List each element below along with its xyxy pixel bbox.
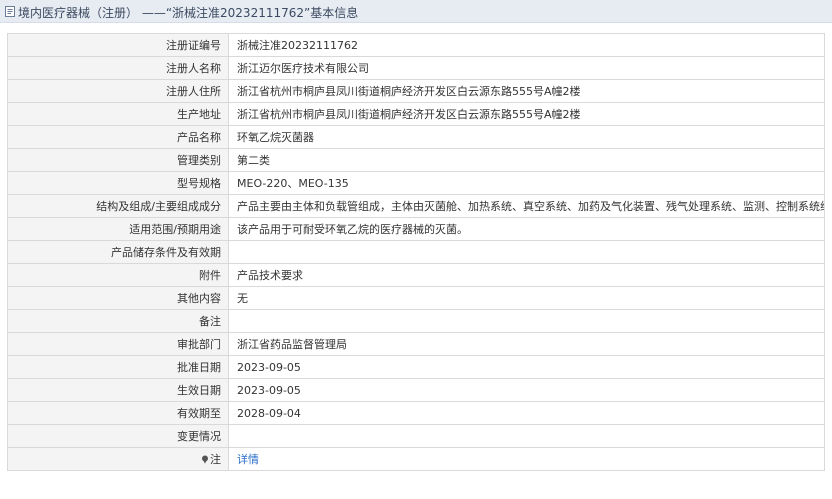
row-value: 浙江省杭州市桐庐县凤川街道桐庐经济开发区白云源东路555号A幢2楼: [228, 79, 825, 103]
row-value: 浙江迈尔医疗技术有限公司: [228, 56, 825, 80]
row-label: 结构及组成/主要组成成分: [7, 194, 229, 218]
row-label: 产品名称: [7, 125, 229, 149]
info-row: 有效期至 2028-09-04: [7, 401, 825, 425]
info-row: 产品储存条件及有效期: [7, 240, 825, 264]
row-label: 有效期至: [7, 401, 229, 425]
row-label: 生效日期: [7, 378, 229, 402]
row-value: 2023-09-05: [228, 378, 825, 402]
row-value: 该产品用于可耐受环氧乙烷的医疗器械的灭菌。: [228, 217, 825, 241]
info-row: 变更情况: [7, 424, 825, 448]
page-title: 境内医疗器械（注册） ——“浙械注准20232111762”基本信息: [18, 6, 359, 20]
pin-icon: [202, 455, 208, 464]
row-value: 2028-09-04: [228, 401, 825, 425]
row-value: [228, 240, 825, 264]
info-table-body: 注册证编号 浙械注准20232111762 注册人名称 浙江迈尔医疗技术有限公司 注册人…: [7, 33, 825, 471]
info-row: 适用范围/预期用途 该产品用于可耐受环氧乙烷的医疗器械的灭菌。: [7, 217, 825, 241]
info-row: 生产地址 浙江省杭州市桐庐县凤川街道桐庐经济开发区白云源东路555号A幢2楼: [7, 102, 825, 126]
row-value: MEO-220、MEO-135: [228, 171, 825, 195]
info-row: 附件 产品技术要求: [7, 263, 825, 287]
info-row: 结构及组成/主要组成成分 产品主要由主体和负载管组成，主体由灭菌舱、加热系统、真空…: [7, 194, 825, 218]
info-row: 审批部门 浙江省药品监督管理局: [7, 332, 825, 356]
info-row: 注册人住所 浙江省杭州市桐庐县凤川街道桐庐经济开发区白云源东路555号A幢2楼: [7, 79, 825, 103]
row-value: [228, 424, 825, 448]
row-label: 注册证编号: [7, 33, 229, 57]
row-label: 管理类别: [7, 148, 229, 172]
row-value: 环氧乙烷灭菌器: [228, 125, 825, 149]
row-label: 产品储存条件及有效期: [7, 240, 229, 264]
note-label: 注: [210, 453, 221, 466]
page-header: 境内医疗器械（注册） ——“浙械注准20232111762”基本信息: [0, 0, 832, 23]
note-value-cell: 详情: [228, 447, 825, 471]
row-label: 适用范围/预期用途: [7, 217, 229, 241]
info-row: 注册证编号 浙械注准20232111762: [7, 33, 825, 57]
row-value: [228, 309, 825, 333]
row-value: 第二类: [228, 148, 825, 172]
detail-link[interactable]: 详情: [237, 453, 259, 466]
row-label: 注册人名称: [7, 56, 229, 80]
row-value: 2023-09-05: [228, 355, 825, 379]
info-row: 产品名称 环氧乙烷灭菌器: [7, 125, 825, 149]
info-row: 其他内容无: [7, 286, 825, 310]
row-label: 附件: [7, 263, 229, 287]
row-label: 注册人住所: [7, 79, 229, 103]
note-label-cell: 注: [7, 447, 229, 471]
info-row: 型号规格 MEO-220、MEO-135: [7, 171, 825, 195]
row-value: 产品主要由主体和负载管组成，主体由灭菌舱、加热系统、真空系统、加药及气化装置、残…: [228, 194, 825, 218]
info-row: 备注: [7, 309, 825, 333]
row-value: 产品技术要求: [228, 263, 825, 287]
row-label: 备注: [7, 309, 229, 333]
row-label: 审批部门: [7, 332, 229, 356]
info-row: 注册人名称 浙江迈尔医疗技术有限公司: [7, 56, 825, 80]
row-value: 浙江省药品监督管理局: [228, 332, 825, 356]
info-table: 注册证编号 浙械注准20232111762 注册人名称 浙江迈尔医疗技术有限公司 注册人…: [7, 33, 825, 471]
info-row: 批准日期 2023-09-05: [7, 355, 825, 379]
row-label: 其他内容: [7, 286, 229, 310]
row-label: 批准日期: [7, 355, 229, 379]
row-label: 生产地址: [7, 102, 229, 126]
info-row: 管理类别 第二类: [7, 148, 825, 172]
row-label: 型号规格: [7, 171, 229, 195]
row-value: 浙江省杭州市桐庐县凤川街道桐庐经济开发区白云源东路555号A幢2楼: [228, 102, 825, 126]
row-label: 变更情况: [7, 424, 229, 448]
note-row: 注 详情: [7, 447, 825, 471]
info-row: 生效日期 2023-09-05: [7, 378, 825, 402]
row-value: 浙械注准20232111762: [228, 33, 825, 57]
row-value: 无: [228, 286, 825, 310]
document-icon: [5, 6, 15, 17]
